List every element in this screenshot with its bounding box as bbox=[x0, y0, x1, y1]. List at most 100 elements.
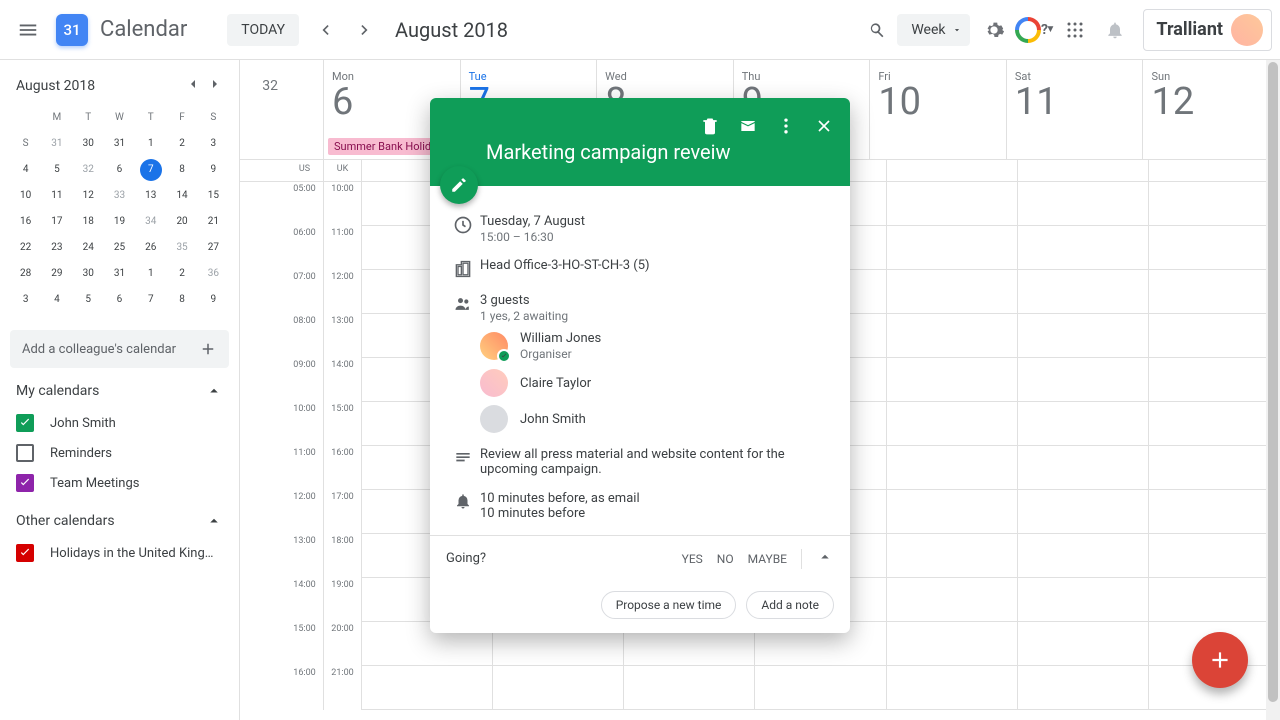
time-slot[interactable] bbox=[887, 490, 1018, 534]
time-slot[interactable] bbox=[1018, 182, 1149, 226]
add-note-button[interactable]: Add a note bbox=[746, 591, 834, 619]
clock-icon bbox=[446, 214, 480, 244]
description-icon bbox=[446, 447, 480, 477]
today-button[interactable]: TODAY bbox=[227, 14, 299, 46]
event-date: Tuesday, 7 August bbox=[480, 214, 834, 229]
calendar-item[interactable]: Team Meetings bbox=[10, 468, 229, 498]
prev-period-button[interactable] bbox=[305, 10, 345, 50]
time-slot[interactable] bbox=[1149, 182, 1280, 226]
time-slot[interactable] bbox=[887, 402, 1018, 446]
calendar-item[interactable]: Holidays in the United King… bbox=[10, 538, 229, 568]
chevron-down-icon bbox=[952, 25, 962, 35]
time-slot[interactable] bbox=[887, 226, 1018, 270]
account-switcher[interactable]: ? bbox=[1014, 12, 1050, 48]
create-event-fab[interactable] bbox=[1192, 632, 1248, 688]
my-calendars-header[interactable]: My calendars bbox=[16, 383, 99, 399]
time-slot[interactable] bbox=[1018, 666, 1149, 710]
event-popup: Marketing campaign reveiw Tuesday, 7 Aug… bbox=[430, 98, 850, 633]
time-slot[interactable] bbox=[1018, 446, 1149, 490]
time-slot[interactable] bbox=[624, 666, 755, 710]
time-slot[interactable] bbox=[1018, 314, 1149, 358]
people-icon bbox=[446, 293, 480, 433]
search-button[interactable] bbox=[857, 10, 897, 50]
week-number: 32 bbox=[240, 60, 286, 159]
guest-count: 3 guests bbox=[480, 293, 834, 308]
guest-row[interactable]: Claire Taylor bbox=[480, 369, 834, 397]
other-calendars-header[interactable]: Other calendars bbox=[16, 513, 115, 529]
calendar-item[interactable]: Reminders bbox=[10, 438, 229, 468]
chevron-up-icon[interactable] bbox=[205, 512, 223, 530]
event-room: Head Office-3-HO-ST-CH-3 (5) bbox=[480, 258, 834, 279]
mini-prev-button[interactable] bbox=[185, 76, 201, 96]
time-slot[interactable] bbox=[887, 314, 1018, 358]
mini-calendar[interactable]: MTWTFSS313031123453267891011123313141516… bbox=[10, 106, 229, 312]
event-time: 15:00 – 16:30 bbox=[480, 230, 834, 244]
time-slot[interactable] bbox=[1018, 490, 1149, 534]
time-slot[interactable] bbox=[1149, 358, 1280, 402]
propose-time-button[interactable]: Propose a new time bbox=[601, 591, 737, 619]
calendar-item[interactable]: John Smith bbox=[10, 408, 229, 438]
day-column-header[interactable]: Sat11 bbox=[1007, 60, 1144, 159]
rsvp-expand[interactable] bbox=[816, 548, 834, 569]
email-guests-button[interactable] bbox=[730, 108, 766, 144]
day-column-header[interactable]: Fri10 bbox=[870, 60, 1007, 159]
main-menu-button[interactable] bbox=[8, 10, 48, 50]
time-slot[interactable] bbox=[1018, 402, 1149, 446]
google-apps-button[interactable] bbox=[1055, 10, 1095, 50]
time-slot[interactable] bbox=[1149, 446, 1280, 490]
reminder-1: 10 minutes before, as email bbox=[480, 491, 834, 506]
chevron-up-icon[interactable] bbox=[205, 382, 223, 400]
avatar bbox=[1231, 14, 1263, 46]
time-slot[interactable] bbox=[887, 446, 1018, 490]
settings-button[interactable] bbox=[974, 10, 1014, 50]
mini-next-button[interactable] bbox=[207, 76, 223, 96]
time-slot[interactable] bbox=[1149, 534, 1280, 578]
time-slot[interactable] bbox=[1018, 270, 1149, 314]
time-slot[interactable] bbox=[1149, 314, 1280, 358]
time-slot[interactable] bbox=[887, 578, 1018, 622]
add-colleague-input[interactable]: Add a colleague's calendar bbox=[10, 330, 229, 368]
event-description: Review all press material and website co… bbox=[480, 447, 834, 477]
time-slot[interactable] bbox=[887, 182, 1018, 226]
delete-event-button[interactable] bbox=[692, 108, 728, 144]
time-slot[interactable] bbox=[887, 270, 1018, 314]
view-selector[interactable]: Week bbox=[897, 14, 969, 46]
time-slot[interactable] bbox=[887, 622, 1018, 666]
time-slot[interactable] bbox=[1018, 534, 1149, 578]
rsvp-maybe[interactable]: MAYBE bbox=[748, 552, 787, 566]
app-name: Calendar bbox=[100, 17, 187, 42]
time-slot[interactable] bbox=[362, 666, 493, 710]
time-slot[interactable] bbox=[1149, 490, 1280, 534]
time-slot[interactable] bbox=[755, 666, 886, 710]
time-slot[interactable] bbox=[887, 534, 1018, 578]
profile-chip[interactable]: Tralliant bbox=[1143, 9, 1272, 51]
mini-cal-month: August 2018 bbox=[16, 78, 95, 94]
time-slot[interactable] bbox=[1149, 402, 1280, 446]
notifications-button[interactable] bbox=[1095, 10, 1135, 50]
time-slot[interactable] bbox=[887, 666, 1018, 710]
rsvp-yes[interactable]: YES bbox=[682, 552, 703, 566]
time-slot[interactable] bbox=[1149, 578, 1280, 622]
time-slot[interactable] bbox=[1149, 270, 1280, 314]
close-popup-button[interactable] bbox=[806, 108, 842, 144]
options-button[interactable] bbox=[768, 108, 804, 144]
time-slot[interactable] bbox=[1018, 358, 1149, 402]
calendar-logo: 31 bbox=[52, 10, 92, 50]
room-icon bbox=[446, 258, 480, 279]
guest-row[interactable]: William JonesOrganiser bbox=[480, 331, 834, 361]
time-slot[interactable] bbox=[1018, 622, 1149, 666]
scrollbar[interactable] bbox=[1266, 60, 1280, 720]
reminder-2: 10 minutes before bbox=[480, 506, 834, 521]
going-label: Going? bbox=[446, 551, 486, 566]
guest-row[interactable]: John Smith bbox=[480, 405, 834, 433]
time-slot[interactable] bbox=[493, 666, 624, 710]
time-slot[interactable] bbox=[1149, 226, 1280, 270]
edit-event-button[interactable] bbox=[440, 166, 478, 204]
rsvp-no[interactable]: NO bbox=[717, 552, 734, 566]
time-slot[interactable] bbox=[887, 358, 1018, 402]
sidebar: August 2018 MTWTFSS313031123453267891011… bbox=[0, 60, 240, 720]
time-slot[interactable] bbox=[1018, 578, 1149, 622]
day-column-header[interactable]: Sun12 bbox=[1143, 60, 1280, 159]
time-slot[interactable] bbox=[1018, 226, 1149, 270]
next-period-button[interactable] bbox=[345, 10, 385, 50]
